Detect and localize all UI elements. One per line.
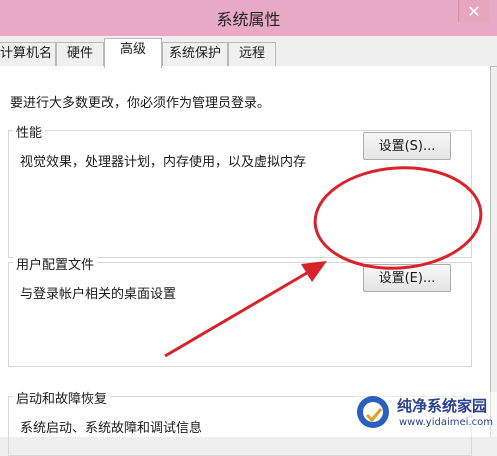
advanced-tab-panel: 要进行大多数更改，你必须作为管理员登录。 性能 视觉效果，处理器计划，内存使用，… xyxy=(0,66,491,456)
tab-hardware[interactable]: 硬件 xyxy=(56,42,104,66)
title-bar: 系统属性 ✕ xyxy=(0,0,497,36)
close-icon: ✕ xyxy=(467,1,481,21)
user-profiles-group: 用户配置文件 与登录帐户相关的桌面设置 设置(E)... xyxy=(8,254,472,367)
tab-bar: 计算机名 硬件 高级 系统保护 远程 xyxy=(0,36,497,68)
tab-advanced[interactable]: 高级 xyxy=(104,38,162,68)
performance-settings-button[interactable]: 设置(S)... xyxy=(363,132,451,160)
window-title: 系统属性 xyxy=(216,10,281,29)
performance-description: 视觉效果，处理器计划，内存使用，以及虚拟内存 xyxy=(20,155,307,170)
performance-group: 性能 视觉效果，处理器计划，内存使用，以及虚拟内存 设置(S)... xyxy=(8,122,472,258)
watermark: 纯净系统家园 www.yidaimei.com xyxy=(355,392,497,437)
watermark-name: 纯净系统家园 xyxy=(397,397,488,415)
watermark-url: www.yidaimei.com xyxy=(399,417,493,428)
user-profiles-description: 与登录帐户相关的桌面设置 xyxy=(20,287,177,302)
admin-notice: 要进行大多数更改，你必须作为管理员登录。 xyxy=(10,96,271,111)
user-profiles-settings-button[interactable]: 设置(E)... xyxy=(363,264,451,292)
watermark-logo-icon xyxy=(357,396,389,428)
startup-recovery-group-title: 启动和故障恢复 xyxy=(13,388,111,407)
close-button[interactable]: ✕ xyxy=(458,0,489,22)
tab-computer-name[interactable]: 计算机名 xyxy=(0,42,56,66)
tab-remote[interactable]: 远程 xyxy=(228,42,276,66)
startup-recovery-description: 系统启动、系统故障和调试信息 xyxy=(20,421,203,436)
user-profiles-group-title: 用户配置文件 xyxy=(13,254,98,273)
performance-group-title: 性能 xyxy=(13,122,46,141)
tab-system-protection[interactable]: 系统保护 xyxy=(162,42,228,66)
